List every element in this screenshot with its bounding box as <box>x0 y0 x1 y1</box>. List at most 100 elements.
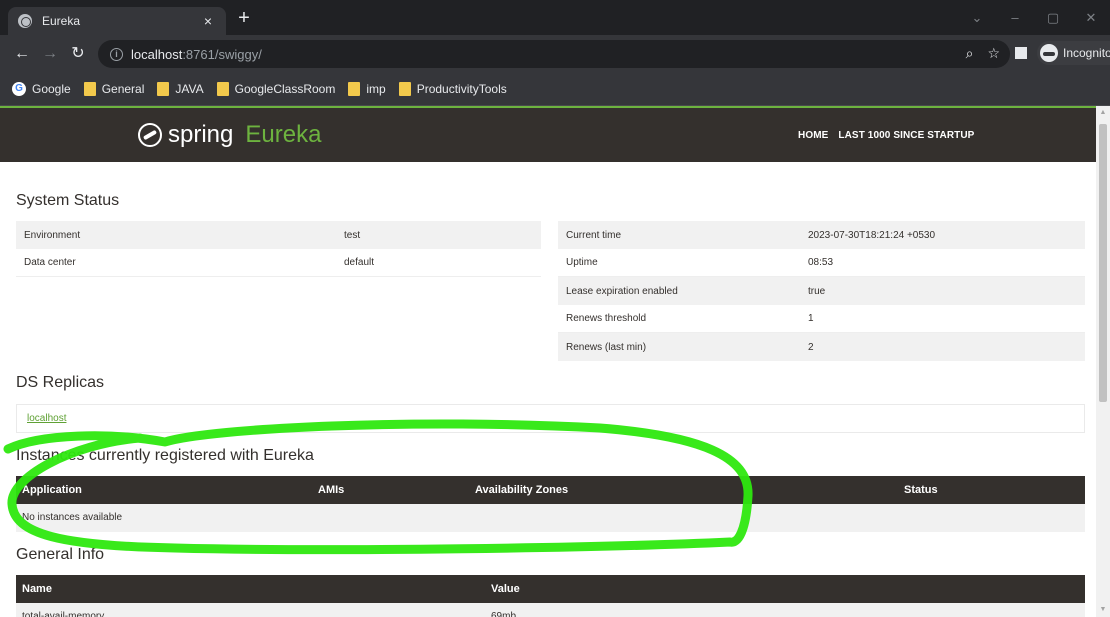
bookmark-label: JAVA <box>175 82 204 96</box>
system-status-title: System Status <box>16 192 120 209</box>
bookmark-folder-googleclassroom[interactable]: GoogleClassRoom <box>216 82 336 96</box>
bookmark-label: Google <box>32 82 71 96</box>
folder-icon <box>157 82 170 96</box>
scroll-down-icon[interactable]: ▼ <box>1099 606 1107 614</box>
scroll-up-icon[interactable]: ▲ <box>1099 109 1107 117</box>
toolbar-right: Incognito ⋮ <box>1015 41 1110 65</box>
eureka-dashboard: spring Eureka HOME LAST 1000 SINCE START… <box>0 106 1096 617</box>
table-row: total-avail-memory 69mb <box>16 603 1085 617</box>
status-label: Lease expiration enabled <box>566 285 678 297</box>
url-host: localhost <box>131 46 183 62</box>
folder-icon <box>348 82 361 96</box>
bookmark-label: GoogleClassRoom <box>234 82 336 96</box>
bookmark-folder-imp[interactable]: imp <box>348 82 386 96</box>
address-bar[interactable]: i localhost:8761/swiggy/ ⌕ ☆ <box>98 40 1010 68</box>
tab-title: Eureka <box>42 14 81 28</box>
table-row: Renews (last min) 2 <box>558 333 1085 361</box>
window-controls: ⌄ – ▢ ✕ <box>958 0 1110 35</box>
status-label: Renews threshold <box>566 313 647 324</box>
info-value: 69mb <box>491 611 517 617</box>
tab-search-icon[interactable]: ⌄ <box>958 0 996 35</box>
bookmark-star-icon[interactable]: ☆ <box>987 45 1000 62</box>
globe-icon <box>18 14 32 28</box>
table-row: Lease expiration enabled true <box>558 277 1085 305</box>
col-amis: AMIs <box>318 484 345 496</box>
info-name: total-avail-memory <box>22 611 105 617</box>
status-value: 2 <box>808 341 814 353</box>
replica-link-localhost[interactable]: localhost <box>27 413 66 424</box>
instances-table-header: Application AMIs Availability Zones Stat… <box>16 476 1085 504</box>
status-value: 08:53 <box>808 257 834 268</box>
reload-icon[interactable]: ↻ <box>68 44 88 64</box>
incognito-badge[interactable]: Incognito <box>1037 41 1110 65</box>
restore-icon[interactable]: ▢ <box>1034 0 1072 35</box>
table-row: Renews threshold 1 <box>558 305 1085 333</box>
col-value: Value <box>491 583 520 595</box>
url-path: :8761/swiggy/ <box>182 46 262 62</box>
eureka-nav-links: HOME LAST 1000 SINCE STARTUP <box>798 130 974 141</box>
system-status-right-table: Current time 2023-07-30T18:21:24 +0530 U… <box>558 221 1085 361</box>
incognito-icon <box>1040 44 1058 62</box>
page-scrollbar[interactable]: ▲ ▼ <box>1096 106 1110 617</box>
bookmark-label: ProductivityTools <box>416 82 507 96</box>
status-label: Environment <box>24 229 81 241</box>
close-icon[interactable]: × <box>200 13 216 29</box>
folder-icon <box>83 82 96 96</box>
google-icon: G <box>12 82 26 96</box>
general-info-title: General Info <box>16 546 105 563</box>
eureka-navbar: spring Eureka HOME LAST 1000 SINCE START… <box>0 106 1096 162</box>
general-info-table-header: Name Value <box>16 575 1085 603</box>
status-value: test <box>344 229 361 241</box>
table-row: Data center default <box>16 249 541 277</box>
spring-eureka-logo[interactable]: spring Eureka <box>138 121 321 149</box>
scrollbar-thumb[interactable] <box>1099 124 1107 402</box>
browser-tabstrip: Eureka × + ⌄ – ▢ ✕ <box>0 0 1110 35</box>
status-value: default <box>344 257 375 268</box>
status-label: Renews (last min) <box>566 341 647 353</box>
bookmark-label: General <box>101 82 145 96</box>
col-availability-zones: Availability Zones <box>475 484 569 496</box>
table-row: Environment test <box>16 221 541 249</box>
new-tab-button[interactable]: + <box>233 8 255 28</box>
bookmarks-bar: G Google General JAVA GoogleClassRoom im… <box>0 73 1110 106</box>
ds-replicas-list: localhost <box>16 404 1085 433</box>
forward-arrow-icon[interactable]: → <box>40 44 60 64</box>
green-annotation-scribble <box>3 419 753 555</box>
bookmark-folder-productivitytools[interactable]: ProductivityTools <box>398 82 507 96</box>
side-panel-icon[interactable] <box>1015 47 1027 59</box>
bookmark-folder-general[interactable]: General <box>83 82 145 96</box>
status-value: 1 <box>808 313 814 324</box>
nav-last-1000-link[interactable]: LAST 1000 SINCE STARTUP <box>838 130 974 141</box>
incognito-label: Incognito <box>1063 46 1110 60</box>
bookmark-google[interactable]: G Google <box>12 82 71 96</box>
system-status-left-table: Environment test Data center default <box>16 221 541 277</box>
col-status: Status <box>904 484 938 496</box>
status-value: true <box>808 285 826 297</box>
browser-toolbar: ← → ↻ i localhost:8761/swiggy/ ⌕ ☆ Incog… <box>0 35 1110 73</box>
status-value: 2023-07-30T18:21:24 +0530 <box>808 229 936 241</box>
bookmark-folder-java[interactable]: JAVA <box>157 82 204 96</box>
brand-eureka-text: Eureka <box>245 121 322 148</box>
col-name: Name <box>22 583 52 595</box>
brand-spring-text: spring <box>168 121 234 148</box>
table-row: Current time 2023-07-30T18:21:24 +0530 <box>558 221 1085 249</box>
col-application: Application <box>22 484 82 496</box>
info-icon[interactable]: i <box>110 47 123 61</box>
nav-home-link[interactable]: HOME <box>798 130 828 141</box>
status-label: Uptime <box>566 257 598 268</box>
status-label: Current time <box>566 229 622 241</box>
bookmark-label: imp <box>366 82 386 96</box>
table-row: Uptime 08:53 <box>558 249 1085 277</box>
browser-tab-eureka[interactable]: Eureka × <box>8 7 226 35</box>
ds-replicas-title: DS Replicas <box>16 374 105 391</box>
folder-icon <box>398 82 411 96</box>
folder-icon <box>216 82 229 96</box>
empty-message: No instances available <box>22 512 123 523</box>
zoom-icon[interactable]: ⌕ <box>966 45 974 62</box>
status-label: Data center <box>24 257 76 268</box>
minimize-icon[interactable]: – <box>996 0 1034 35</box>
table-row: No instances available <box>16 504 1085 532</box>
page-viewport: spring Eureka HOME LAST 1000 SINCE START… <box>0 106 1110 617</box>
window-close-icon[interactable]: ✕ <box>1072 0 1110 35</box>
back-arrow-icon[interactable]: ← <box>12 44 32 64</box>
